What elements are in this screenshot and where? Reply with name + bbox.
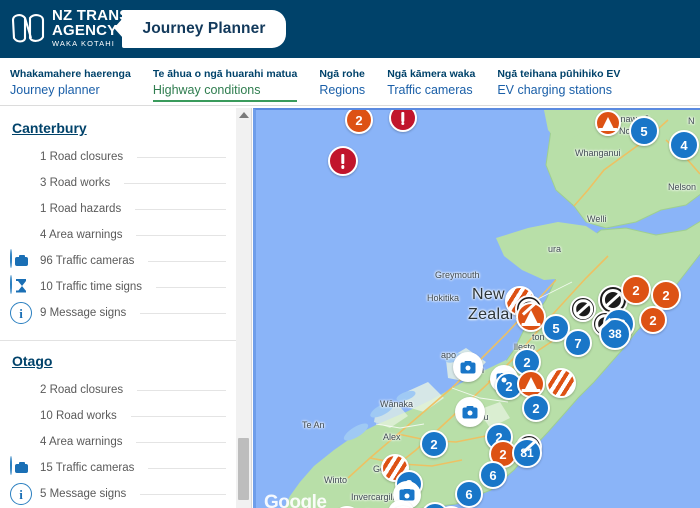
nav-tab-label-mi: Te āhua o ngā huarahi matua (152, 68, 298, 80)
nav-tab-label-en: Traffic cameras (387, 83, 473, 97)
stat-divider (140, 312, 226, 314)
map-canvas[interactable]: Whanganui Manawatū / North N Nelson Welli Grey… (253, 108, 700, 508)
map-marker-count[interactable]: 5 (629, 116, 659, 146)
stat-row[interactable]: 15 Traffic cameras (10, 455, 226, 481)
road-works-icon (10, 405, 32, 427)
sidebar-scrollbar[interactable] (236, 108, 252, 508)
region-title-canterbury[interactable]: Canterbury (12, 120, 87, 136)
stat-row[interactable]: 96 Traffic cameras (10, 248, 226, 274)
stat-row[interactable]: 2 Road closures (10, 377, 226, 403)
stat-divider (148, 467, 226, 469)
map-marker-cam[interactable] (455, 397, 485, 427)
stat-label: 15 Traffic cameras (40, 462, 135, 474)
nav-tab-highway-conditions[interactable]: Te āhua o ngā huarahi matua Highway condi… (152, 58, 308, 102)
map-marker-hazard[interactable] (328, 146, 358, 176)
road-works-icon (10, 172, 32, 194)
nav-tab-label-mi: Ngā kāmera waka (387, 68, 476, 80)
stat-divider (124, 182, 226, 184)
stat-divider (156, 286, 226, 288)
stat-label: 9 Message signs (40, 307, 127, 319)
stat-divider (130, 415, 226, 417)
nav-tab-label-en: Journey planner (10, 83, 100, 97)
traffic-camera-icon (10, 249, 32, 272)
stat-row[interactable]: 10 Traffic time signs (10, 274, 226, 300)
scrollbar-thumb[interactable] (238, 438, 249, 500)
map-marker-count[interactable]: 6 (479, 461, 507, 489)
map-marker-cone[interactable] (595, 110, 621, 136)
stat-row[interactable]: 10 Road works (10, 403, 226, 429)
stat-divider (137, 389, 226, 391)
nav-tab-label-mi: Ngā teihana pūhihiko EV (497, 68, 621, 80)
stat-divider (135, 208, 226, 210)
map-marker-count[interactable]: 7 (564, 329, 592, 357)
stat-divider (136, 234, 226, 236)
region-block-canterbury: Canterbury 1 Road closures 3 Road works 1 R… (0, 108, 236, 336)
journey-planner-banner[interactable]: Journey Planner (114, 10, 286, 48)
main-navigation: Whakamahere haerenga Journey planner Te āh… (0, 58, 700, 106)
stat-label: 10 Road works (40, 410, 117, 422)
stat-label: 96 Traffic cameras (40, 255, 135, 267)
region-sidebar: Canterbury 1 Road closures 3 Road works 1 R… (0, 108, 236, 508)
traffic-time-sign-icon (10, 275, 32, 298)
map-marker-count[interactable]: 2 (621, 275, 651, 305)
traffic-camera-icon (10, 456, 32, 479)
map-landmass (284, 110, 700, 508)
road-hazard-icon (10, 198, 32, 220)
banner-title: Journey Planner (142, 20, 266, 37)
stat-divider (140, 493, 226, 495)
app-header: NZ TRANSPORT AGENCY WAKA KOTAHI Journey … (0, 0, 700, 58)
stat-divider (148, 260, 226, 262)
road-closure-icon (10, 379, 32, 401)
stat-row[interactable]: i 5 Message signs (10, 481, 226, 507)
nav-tab-journey-planner[interactable]: Whakamahere haerenga Journey planner (10, 58, 141, 97)
nav-tab-traffic-cameras[interactable]: Ngā kāmera waka Traffic cameras (387, 58, 485, 97)
region-block-otago: Otago 2 Road closures 10 Road works 4 Area … (0, 340, 236, 508)
map-marker-count[interactable]: 6 (455, 480, 483, 508)
nav-tab-label-en: EV charging stations (497, 83, 612, 97)
stat-divider (136, 441, 226, 443)
map-marker-cam[interactable] (453, 352, 483, 382)
map-marker-count[interactable]: 2 (420, 430, 448, 458)
nav-tab-label-en: Regions (319, 83, 366, 97)
region-title-otago[interactable]: Otago (12, 353, 52, 369)
stat-label: 2 Road closures (40, 384, 124, 396)
area-warning-icon (10, 224, 32, 246)
stat-label: 1 Road closures (40, 151, 124, 163)
stat-label: 10 Traffic time signs (40, 281, 143, 293)
message-sign-icon: i (10, 302, 32, 324)
message-sign-icon: i (10, 483, 32, 505)
stat-label: 5 Message signs (40, 488, 127, 500)
scroll-up-arrow-icon[interactable] (239, 112, 249, 118)
area-warning-icon (10, 431, 32, 453)
nav-tab-ev-charging-stations[interactable]: Ngā teihana pūhihiko EV EV charging stati… (497, 58, 630, 97)
stat-label: 3 Road works (40, 177, 111, 189)
stat-row[interactable]: i 9 Message signs (10, 300, 226, 326)
stat-row[interactable]: 4 Area warnings (10, 429, 226, 455)
nav-tab-regions[interactable]: Ngā rohe Regions (319, 58, 375, 97)
map-marker-stripe[interactable] (546, 368, 576, 398)
road-closure-icon (10, 146, 32, 168)
stat-label: 1 Road hazards (40, 203, 122, 215)
stat-row[interactable]: 1 Road closures (10, 144, 226, 170)
nzta-logo-mark (11, 13, 45, 43)
stat-label: 4 Area warnings (40, 229, 123, 241)
map-marker-count[interactable]: 81 (512, 438, 542, 468)
map-marker-count[interactable]: 2 (522, 394, 550, 422)
stat-row[interactable]: 4 Area warnings (10, 222, 226, 248)
stat-label: 4 Area warnings (40, 436, 123, 448)
stat-divider (137, 156, 226, 158)
map-marker-count[interactable]: 4 (669, 130, 699, 160)
map-marker-count[interactable]: 2 (639, 306, 667, 334)
nav-tab-label-en: Highway conditions (152, 83, 261, 97)
nav-tab-label-mi: Whakamahere haerenga (10, 68, 131, 80)
nav-tab-label-mi: Ngā rohe (319, 68, 365, 80)
stat-row[interactable]: 3 Road works (10, 170, 226, 196)
stat-row[interactable]: 1 Road hazards (10, 196, 226, 222)
